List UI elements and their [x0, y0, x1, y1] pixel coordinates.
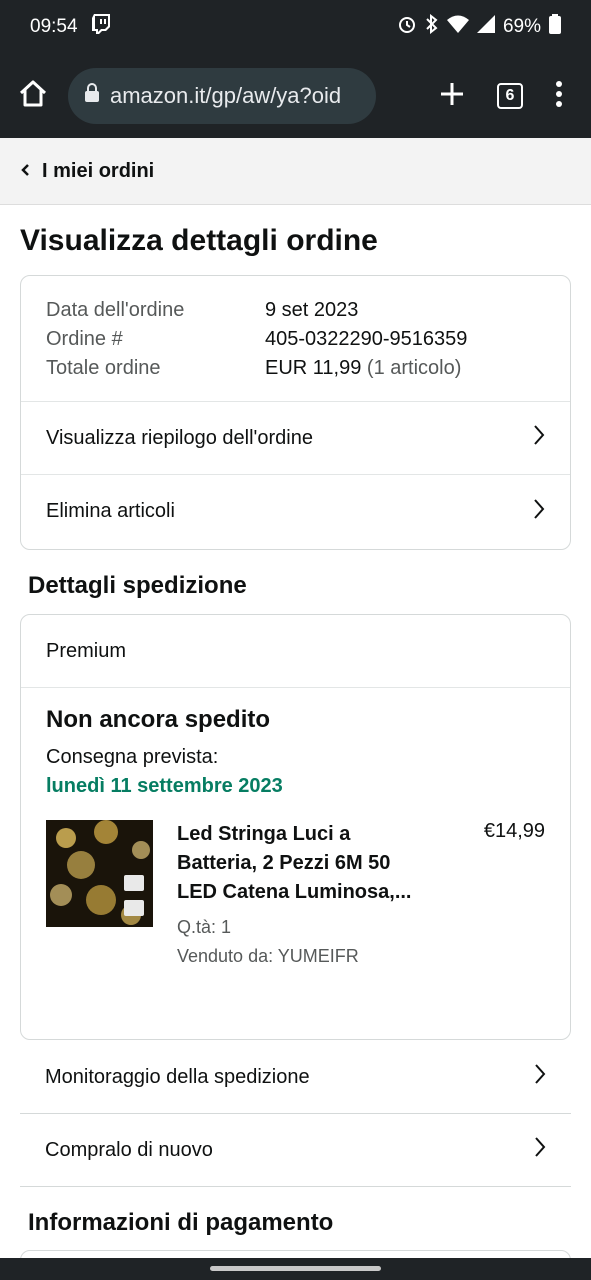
lock-icon: [84, 83, 100, 109]
tab-switcher-button[interactable]: 6: [497, 83, 523, 109]
status-bar: 09:54 69%: [0, 0, 591, 54]
order-date-value: 9 set 2023: [265, 299, 359, 321]
address-bar[interactable]: amazon.it/gp/aw/ya?oid: [68, 68, 376, 124]
shipping-type: Premium: [21, 615, 570, 688]
home-icon[interactable]: [18, 79, 48, 114]
order-item: Led Stringa Luci a Batteria, 2 Pezzi 6M …: [46, 820, 545, 971]
wifi-icon: [446, 15, 469, 39]
battery-icon: [549, 14, 561, 40]
delete-items-link[interactable]: Elimina articoli: [21, 475, 570, 548]
page-title: Visualizza dettagli ordine: [20, 224, 378, 257]
browser-toolbar: amazon.it/gp/aw/ya?oid 6: [0, 54, 591, 138]
order-number-label: Ordine #: [46, 328, 123, 350]
bluetooth-icon: [425, 13, 439, 40]
order-total-value: EUR 11,99 (1 articolo): [265, 357, 461, 380]
track-shipment-label: Monitoraggio della spedizione: [45, 1065, 310, 1088]
product-image[interactable]: [46, 820, 153, 927]
view-order-summary-label: Visualizza riepilogo dell'ordine: [46, 426, 313, 449]
battery-percent: 69%: [502, 16, 541, 37]
delete-items-label: Elimina articoli: [46, 500, 175, 522]
order-total-amount: EUR 11,99: [265, 357, 362, 379]
tab-count: 6: [505, 87, 515, 104]
order-total-label: Totale ordine: [46, 357, 161, 379]
shipment-card: Premium Non ancora spedito Consegna prev…: [20, 614, 571, 1040]
order-summary: Data dell'ordine 9 set 2023 Ordine # 405…: [21, 276, 570, 402]
buy-again-label: Compralo di nuovo: [45, 1138, 213, 1161]
chevron-right-icon: [533, 498, 545, 526]
view-order-summary-link[interactable]: Visualizza riepilogo dell'ordine: [21, 402, 570, 475]
order-number-value: 405-0322290-9516359: [265, 328, 468, 350]
system-navigation-bar: [0, 1258, 591, 1280]
product-seller: Venduto da: YUMEIFR: [177, 946, 359, 966]
chevron-left-icon: [20, 161, 30, 182]
status-time: 09:54: [30, 16, 78, 37]
product-price: €14,99: [483, 820, 545, 842]
payment-section-title: Informazioni di pagamento: [28, 1209, 334, 1236]
order-summary-card: Data dell'ordine 9 set 2023 Ordine # 405…: [20, 275, 571, 550]
twitch-icon: [91, 14, 110, 40]
shipping-section-title: Dettagli spedizione: [28, 572, 247, 599]
shipment-status: Non ancora spedito: [46, 706, 271, 733]
order-date-label: Data dell'ordine: [46, 299, 185, 321]
url-text: amazon.it/gp/aw/ya?oid: [110, 83, 342, 108]
breadcrumb[interactable]: I miei ordini: [0, 138, 591, 205]
product-quantity: Q.tà: 1: [177, 917, 232, 937]
chevron-right-icon: [533, 424, 545, 452]
signal-icon: [476, 15, 495, 39]
breadcrumb-label: I miei ordini: [42, 159, 155, 182]
delivery-date: lunedì 11 settembre 2023: [46, 775, 283, 797]
buy-again-link[interactable]: Compralo di nuovo: [20, 1114, 571, 1187]
delivery-label: Consegna prevista:: [46, 746, 219, 768]
chevron-right-icon: [534, 1063, 546, 1091]
product-title-link[interactable]: Led Stringa Luci a Batteria, 2 Pezzi 6M …: [177, 820, 427, 907]
gesture-handle[interactable]: [210, 1266, 381, 1271]
order-total-items: (1 articolo): [366, 357, 462, 379]
new-tab-icon[interactable]: [439, 81, 465, 112]
chevron-right-icon: [534, 1136, 546, 1164]
track-shipment-link[interactable]: Monitoraggio della spedizione: [20, 1041, 571, 1114]
more-menu-icon[interactable]: [555, 80, 563, 112]
alarm-icon: [397, 14, 417, 40]
